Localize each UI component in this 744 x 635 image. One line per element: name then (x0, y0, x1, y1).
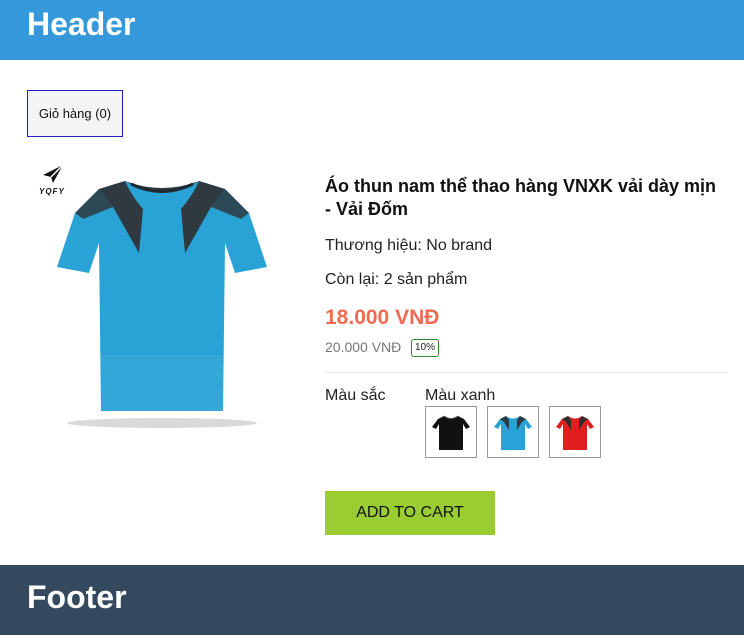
product-brand: Thương hiệu: No brand (325, 237, 493, 254)
header-title: Header (27, 6, 136, 42)
discount-badge: 10% (411, 339, 440, 357)
product-image: YQFY (27, 155, 297, 435)
selected-color-name: Màu xanh (425, 387, 496, 404)
divider (325, 372, 727, 373)
tshirt-red-icon (556, 416, 594, 450)
brand-logo-icon (43, 164, 64, 183)
color-swatch-blue[interactable] (487, 406, 539, 458)
cart-button[interactable]: Giỏ hàng (0) (27, 90, 123, 137)
product-title: Áo thun nam thể thao hàng VNXK vải dày m… (325, 176, 717, 219)
tshirt-blue-icon (494, 416, 532, 450)
color-label: Màu sắc (325, 387, 386, 404)
add-to-cart-button[interactable]: ADD TO CART (325, 491, 495, 535)
product-old-price: 20.000 VNĐ (325, 339, 402, 355)
page-footer: Footer (0, 565, 744, 635)
color-swatch-red[interactable] (549, 406, 601, 458)
tshirt-black-icon (432, 415, 470, 450)
page-header: Header (0, 0, 744, 60)
tshirt-image: YQFY (39, 164, 267, 428)
color-swatch-black[interactable] (425, 406, 477, 458)
footer-title: Footer (27, 579, 127, 615)
product-price: 18.000 VNĐ (325, 306, 440, 329)
brand-logo-text: YQFY (39, 187, 65, 196)
product-stock: Còn lại: 2 sản phẩm (325, 271, 468, 288)
